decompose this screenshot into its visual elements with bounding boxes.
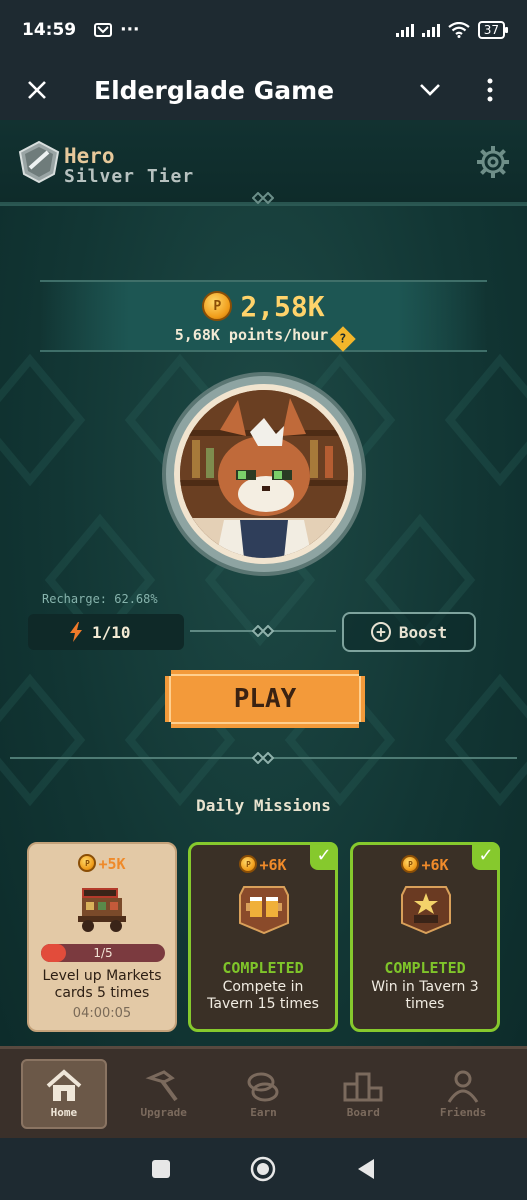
tavern-win-icon	[401, 886, 451, 935]
recharge-label: Recharge: 62.68%	[42, 592, 158, 606]
market-cart-icon	[78, 888, 126, 932]
points-panel: 2,58K 5,68K points/hour?	[40, 280, 487, 352]
nav-label: Upgrade	[140, 1106, 187, 1119]
mission-status: COMPLETED	[384, 959, 466, 977]
hammer-icon	[145, 1070, 178, 1102]
signal-icon	[421, 23, 440, 37]
bottom-nav: Home Upgrade Earn Board Friends	[0, 1046, 527, 1138]
chevron-down-icon[interactable]	[413, 73, 447, 107]
close-icon[interactable]	[20, 73, 54, 107]
clock: 14:59	[22, 20, 77, 40]
game-view: Hero Silver Tier 2,58K 5,68K points/hour…	[0, 120, 527, 1138]
progress-text: 1/5	[93, 946, 113, 960]
mission-reward: +6K	[191, 855, 335, 874]
boost-button[interactable]: + Boost	[342, 612, 476, 652]
signal-icon	[395, 23, 414, 37]
plus-icon: +	[370, 622, 391, 642]
mission-card[interactable]: ✓ +6K COMPLETED Win in Tavern 3 times	[350, 842, 500, 1032]
mission-card[interactable]: ✓ +6K COMPLETED Compete in Tavern 15 tim…	[188, 842, 338, 1032]
notification-icon	[94, 23, 113, 37]
missions-title: Daily Missions	[196, 796, 331, 815]
coin-icon	[401, 855, 420, 873]
points-total: 2,58K	[40, 290, 487, 323]
lightning-icon	[70, 622, 82, 642]
nav-home[interactable]: Home	[20, 1058, 107, 1129]
nav-board[interactable]: Board	[320, 1059, 406, 1129]
boost-label: Boost	[398, 622, 448, 642]
nav-label: Friends	[439, 1106, 487, 1119]
app-bar: Elderglade Game	[0, 60, 527, 120]
app-title: Elderglade Game	[94, 75, 335, 105]
home-icon	[46, 1069, 82, 1101]
mission-description: Level up Markets cards 5 times	[42, 968, 162, 1001]
points-rate-text: 5,68K points/hour	[174, 326, 329, 344]
header-ornament	[0, 204, 527, 206]
energy-value: 1/10	[92, 622, 131, 642]
coin-icon	[239, 855, 258, 873]
points-value: 2,58K	[240, 290, 325, 323]
podium-icon	[343, 1072, 383, 1102]
coin-icon	[78, 854, 97, 872]
status-bar: 14:59 ··· 37	[0, 0, 527, 60]
mission-timer: 04:00:05	[72, 1006, 132, 1021]
nav-earn[interactable]: Earn	[220, 1059, 306, 1129]
mission-reward: +6K	[353, 855, 497, 874]
coins-icon	[247, 1072, 279, 1102]
hero-name: Hero	[64, 144, 115, 168]
nav-label: Board	[346, 1106, 380, 1119]
shield-badge-icon[interactable]	[18, 140, 60, 184]
avatar	[180, 390, 348, 558]
tavern-mugs-icon	[239, 886, 289, 935]
play-button[interactable]: PLAY	[165, 670, 365, 728]
recents-icon[interactable]	[148, 1156, 174, 1182]
points-rate: 5,68K points/hour?	[40, 326, 487, 352]
ornament-gem-icon	[252, 625, 274, 637]
gear-icon[interactable]	[475, 144, 511, 180]
more-dots-icon: ···	[120, 20, 140, 40]
battery-icon: 37	[477, 21, 509, 39]
energy-counter: 1/10	[28, 614, 184, 650]
home-button-icon[interactable]	[250, 1156, 276, 1182]
back-icon[interactable]	[353, 1156, 379, 1182]
ornament-gem-icon	[252, 192, 274, 204]
friends-icon	[447, 1070, 479, 1103]
mission-card[interactable]: +5K 1/5 Level up Markets cards 5 times 0…	[27, 842, 177, 1032]
hero-tier: Silver Tier	[64, 166, 195, 187]
mission-description: Compete in Tavern 15 times	[207, 979, 319, 1012]
mission-description: Win in Tavern 3 times	[371, 979, 479, 1012]
wifi-icon	[448, 22, 470, 38]
mission-progress: 1/5	[41, 944, 165, 962]
ornament-gem-icon	[252, 752, 274, 764]
nav-friends[interactable]: Friends	[420, 1059, 506, 1129]
mission-status: COMPLETED	[222, 959, 304, 977]
nav-upgrade[interactable]: Upgrade	[121, 1059, 207, 1129]
nav-label: Earn	[250, 1106, 277, 1119]
more-vert-icon[interactable]	[473, 73, 507, 107]
hero-avatar[interactable]	[166, 376, 362, 572]
nav-label: Home	[50, 1106, 78, 1119]
system-nav-bar	[0, 1138, 527, 1200]
coin-icon	[202, 291, 233, 321]
help-icon[interactable]: ?	[330, 326, 356, 352]
mission-reward: +5K	[29, 854, 175, 873]
